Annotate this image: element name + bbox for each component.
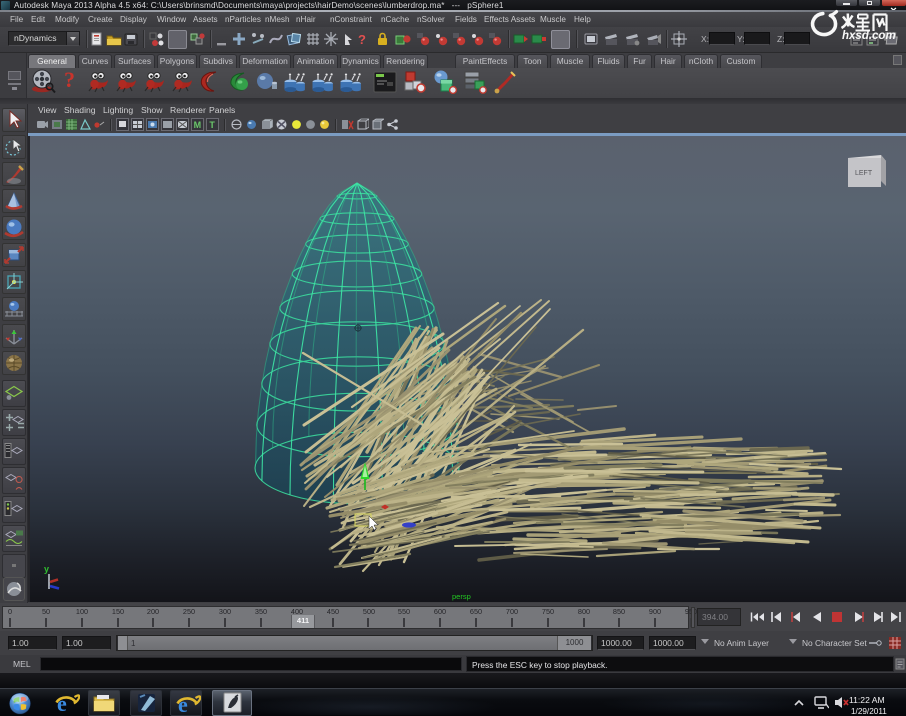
svg-text:e: e [57, 691, 67, 715]
svg-text:e: e [178, 692, 188, 716]
svg-text:y: y [44, 564, 49, 574]
svg-text:hxsd.com: hxsd.com [842, 30, 896, 42]
svg-text:LEFT: LEFT [855, 170, 873, 177]
svg-text:persp: persp [452, 592, 471, 601]
svg-text:M: M [194, 120, 202, 130]
svg-text:T: T [209, 120, 215, 130]
